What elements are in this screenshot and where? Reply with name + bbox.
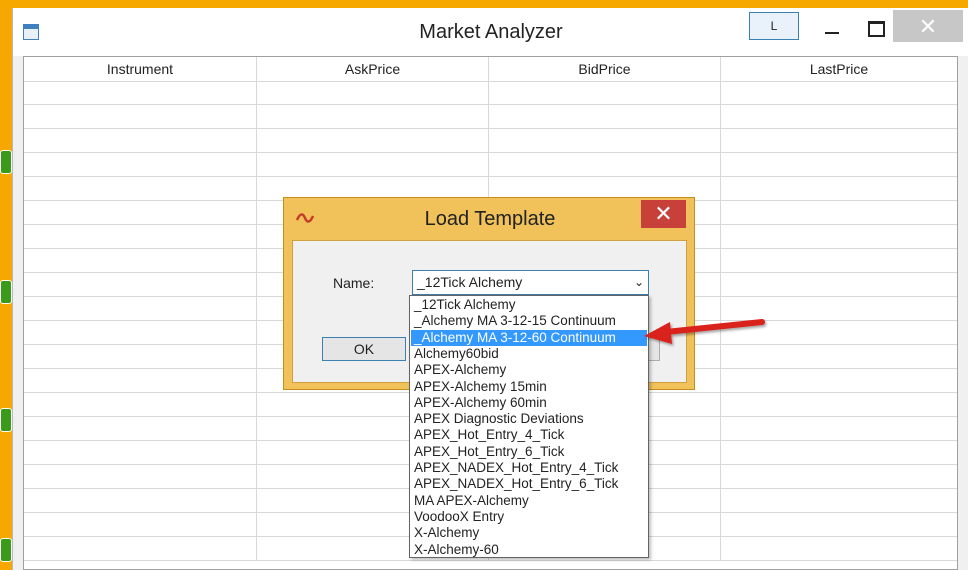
table-cell[interactable] xyxy=(721,441,957,465)
table-cell[interactable] xyxy=(721,249,957,273)
table-cell[interactable] xyxy=(721,129,957,153)
column-header-askprice[interactable]: AskPrice xyxy=(257,57,489,81)
table-row[interactable] xyxy=(24,153,957,177)
desktop-background xyxy=(0,0,968,8)
dropdown-option[interactable]: APEX_NADEX_Hot_Entry_4_Tick xyxy=(411,460,647,476)
column-header-lastprice[interactable]: LastPrice xyxy=(721,57,957,81)
dropdown-option[interactable]: APEX_NADEX_Hot_Entry_6_Tick xyxy=(411,476,647,492)
table-cell[interactable] xyxy=(257,105,489,129)
table-cell[interactable] xyxy=(721,105,957,129)
table-cell[interactable] xyxy=(24,249,257,273)
table-row[interactable] xyxy=(24,81,957,105)
table-cell[interactable] xyxy=(721,513,957,537)
table-cell[interactable] xyxy=(721,369,957,393)
table-cell[interactable] xyxy=(257,81,489,105)
table-cell[interactable] xyxy=(721,465,957,489)
name-label: Name: xyxy=(333,275,375,291)
window-titlebar[interactable]: Market Analyzer L ✕ xyxy=(13,8,968,56)
table-cell[interactable] xyxy=(721,489,957,513)
close-window-button[interactable]: ✕ xyxy=(893,10,963,42)
dropdown-option[interactable]: APEX_Hot_Entry_6_Tick xyxy=(411,444,647,460)
table-cell[interactable] xyxy=(24,153,257,177)
desktop-shortcut-icon[interactable] xyxy=(0,150,12,174)
desktop-shortcut-icon[interactable] xyxy=(0,538,12,562)
table-row[interactable] xyxy=(24,129,957,153)
table-cell[interactable] xyxy=(489,105,721,129)
link-button[interactable]: L xyxy=(749,12,799,40)
dropdown-option[interactable]: APEX_Hot_Entry_4_Tick xyxy=(411,427,647,443)
desktop-left-strip xyxy=(0,0,12,570)
template-name-select[interactable]: _12Tick Alchemy ⌄ xyxy=(412,270,649,295)
table-cell[interactable] xyxy=(24,273,257,297)
red-arrow-annotation xyxy=(644,319,765,344)
table-cell[interactable] xyxy=(24,393,257,417)
dropdown-option[interactable]: APEX-Alchemy xyxy=(411,362,647,378)
table-cell[interactable] xyxy=(24,177,257,201)
table-cell[interactable] xyxy=(24,345,257,369)
dropdown-option[interactable]: _Alchemy MA 3-12-15 Continuum xyxy=(411,313,647,329)
dropdown-option[interactable]: MA APEX-Alchemy xyxy=(411,493,647,509)
ok-button[interactable]: OK xyxy=(322,337,406,361)
dropdown-option[interactable]: APEX-Alchemy 15min xyxy=(411,379,647,395)
table-cell[interactable] xyxy=(721,153,957,177)
table-cell[interactable] xyxy=(24,489,257,513)
dialog-close-button[interactable]: ✕ xyxy=(641,200,686,228)
dropdown-option[interactable]: APEX Diagnostic Deviations xyxy=(411,411,647,427)
table-cell[interactable] xyxy=(721,225,957,249)
select-value: _12Tick Alchemy xyxy=(417,274,523,290)
table-cell[interactable] xyxy=(24,297,257,321)
template-dropdown-list[interactable]: _12Tick Alchemy _Alchemy MA 3-12-15 Conti… xyxy=(409,295,649,558)
desktop-shortcut-icon[interactable] xyxy=(0,280,12,304)
table-cell[interactable] xyxy=(489,81,721,105)
table-cell[interactable] xyxy=(24,201,257,225)
table-cell[interactable] xyxy=(721,201,957,225)
table-cell[interactable] xyxy=(721,273,957,297)
table-cell[interactable] xyxy=(721,537,957,561)
table-cell[interactable] xyxy=(24,513,257,537)
table-cell[interactable] xyxy=(721,177,957,201)
table-cell[interactable] xyxy=(24,417,257,441)
column-header-instrument[interactable]: Instrument xyxy=(24,57,257,81)
close-icon: ✕ xyxy=(654,201,673,226)
maximize-icon[interactable] xyxy=(863,18,889,40)
dropdown-option[interactable]: X-Alchemy xyxy=(411,525,647,541)
table-cell[interactable] xyxy=(24,129,257,153)
dropdown-option[interactable]: X-Alchemy-60 xyxy=(411,542,647,558)
table-cell[interactable] xyxy=(24,441,257,465)
table-cell[interactable] xyxy=(721,417,957,441)
table-cell[interactable] xyxy=(257,153,489,177)
close-icon: ✕ xyxy=(918,14,938,39)
table-cell[interactable] xyxy=(721,81,957,105)
table-cell[interactable] xyxy=(24,369,257,393)
table-cell[interactable] xyxy=(24,321,257,345)
table-cell[interactable] xyxy=(721,393,957,417)
dialog-title: Load Template xyxy=(424,208,556,230)
dropdown-option[interactable]: APEX-Alchemy 60min xyxy=(411,395,647,411)
chevron-down-icon[interactable]: ⌄ xyxy=(634,271,644,294)
table-row[interactable] xyxy=(24,105,957,129)
table-cell[interactable] xyxy=(24,81,257,105)
dropdown-option[interactable]: _Alchemy MA 3-12-60 Continuum xyxy=(411,329,647,346)
table-cell[interactable] xyxy=(24,105,257,129)
desktop-shortcut-icon[interactable] xyxy=(0,408,12,432)
column-header-bidprice[interactable]: BidPrice xyxy=(489,57,721,81)
dropdown-option[interactable]: VoodooX Entry xyxy=(411,509,647,525)
dropdown-option[interactable]: _12Tick Alchemy xyxy=(411,297,647,313)
table-cell[interactable] xyxy=(489,153,721,177)
grid-header: Instrument AskPrice BidPrice LastPrice xyxy=(24,57,957,82)
minimize-icon[interactable] xyxy=(819,18,845,40)
table-cell[interactable] xyxy=(24,225,257,249)
table-cell[interactable] xyxy=(24,465,257,489)
table-cell[interactable] xyxy=(489,129,721,153)
table-cell[interactable] xyxy=(257,129,489,153)
table-cell[interactable] xyxy=(24,537,257,561)
dropdown-option[interactable]: Alchemy60bid xyxy=(411,346,647,362)
